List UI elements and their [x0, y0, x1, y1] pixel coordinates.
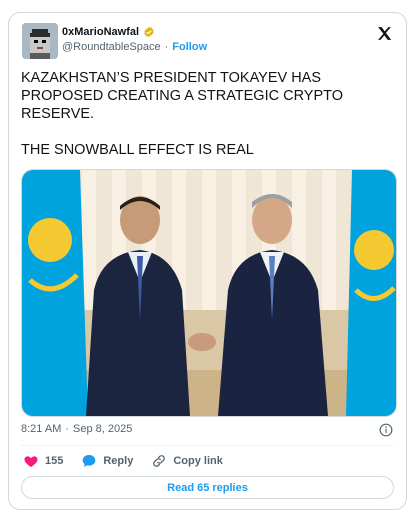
read-replies-button[interactable]: Read 65 replies	[21, 476, 394, 499]
photo-image	[22, 170, 396, 416]
follow-button[interactable]: Follow	[172, 41, 207, 53]
x-logo-icon[interactable]	[376, 25, 393, 42]
action-bar: 155 Reply Copy link	[23, 453, 241, 469]
timestamp-separator: ·	[65, 423, 70, 435]
copy-link-button[interactable]: Copy link	[151, 453, 223, 469]
author-handle[interactable]: @RoundtableSpace	[62, 41, 161, 53]
tweet-text: KAZAKHSTAN’S PRESIDENT TOKAYEV HAS PROPO…	[21, 70, 344, 158]
handle-separator: ·	[164, 41, 169, 53]
info-icon[interactable]	[379, 423, 393, 437]
speech-bubble-icon	[83, 455, 96, 467]
copy-link-label: Copy link	[173, 455, 223, 467]
tweet-photo[interactable]	[21, 169, 397, 417]
avatar[interactable]	[22, 23, 58, 59]
avatar-image	[22, 23, 58, 59]
author-handle-row: @RoundtableSpace · Follow	[62, 41, 207, 53]
tweet-timestamp[interactable]: 8:21 AM · Sep 8, 2025	[21, 423, 132, 435]
link-icon	[153, 455, 166, 467]
reply-button[interactable]: Reply	[81, 453, 133, 469]
divider	[21, 445, 394, 446]
reply-label: Reply	[103, 455, 134, 467]
tweet-time: 8:21 AM	[21, 423, 62, 435]
like-count: 155	[45, 455, 64, 467]
like-button[interactable]: 155	[23, 453, 63, 469]
author-name-row: 0xMarioNawfal	[62, 26, 155, 38]
heart-icon	[24, 456, 38, 467]
verified-badge-icon	[144, 26, 154, 38]
author-display-name[interactable]: 0xMarioNawfal	[62, 26, 139, 38]
tweet-card: 0xMarioNawfal @RoundtableSpace · Follow …	[8, 12, 407, 510]
tweet-date: Sep 8, 2025	[73, 423, 133, 435]
